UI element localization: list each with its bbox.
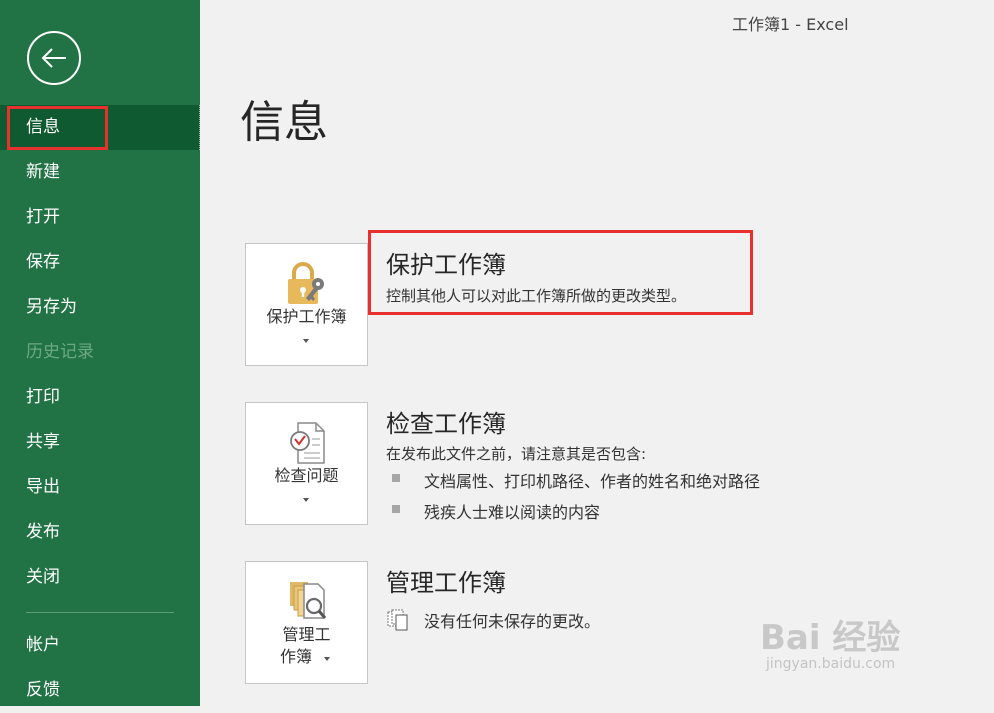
manage-workbook-title: 管理工作簿 <box>386 569 506 597</box>
manage-workbook-status: 没有任何未保存的更改。 <box>424 612 601 631</box>
tile-label: 检查问题 <box>274 466 339 485</box>
tile-label: 管理工 <box>282 625 331 644</box>
unsaved-documents-icon <box>386 608 410 636</box>
nav-item-print[interactable]: 打印 <box>0 375 200 420</box>
inspect-document-icon <box>246 419 367 469</box>
protect-workbook-button[interactable]: 保护工作簿 <box>245 243 368 366</box>
nav-item-export[interactable]: 导出 <box>0 465 200 510</box>
nav-item-publish[interactable]: 发布 <box>0 510 200 555</box>
nav-item-label: 关闭 <box>26 567 60 587</box>
inspect-workbook-title: 检查工作簿 <box>386 410 506 438</box>
nav-item-label: 打印 <box>26 387 60 407</box>
nav-item-close[interactable]: 关闭 <box>0 555 200 600</box>
protect-workbook-title: 保护工作簿 <box>386 251 506 279</box>
bullet-marker <box>392 505 400 513</box>
lock-key-icon <box>246 260 367 310</box>
manage-documents-icon <box>246 578 367 628</box>
nav-item-label: 保存 <box>26 252 60 272</box>
inspect-bullet-item: 残疾人士难以阅读的内容 <box>424 503 601 522</box>
sidebar-divider <box>26 612 174 613</box>
watermark-url: jingyan.baidu.com <box>766 656 896 672</box>
chevron-down-icon <box>303 339 309 343</box>
nav-item-label: 发布 <box>26 522 60 542</box>
tile-label: 作簿 <box>280 647 313 666</box>
chevron-down-icon <box>303 498 309 502</box>
nav-item-label: 导出 <box>26 477 60 497</box>
back-button[interactable] <box>27 31 81 85</box>
check-for-issues-button[interactable]: 检查问题 <box>245 402 368 525</box>
nav-item-label: 信息 <box>26 117 60 137</box>
nav-item-share[interactable]: 共享 <box>0 420 200 465</box>
nav-item-open[interactable]: 打开 <box>0 195 200 240</box>
nav-item-history: 历史记录 <box>0 330 200 375</box>
nav-item-label: 帐户 <box>26 635 60 655</box>
nav-item-label: 历史记录 <box>26 342 94 362</box>
nav-item-feedback[interactable]: 反馈 <box>0 668 200 713</box>
baidu-watermark: Bai 经验 jingyan.baidu.com <box>760 600 960 690</box>
baidu-logo: Bai 经验 <box>760 618 901 658</box>
nav-item-account[interactable]: 帐户 <box>0 623 200 668</box>
nav-item-label: 另存为 <box>26 297 77 317</box>
nav-item-save-as[interactable]: 另存为 <box>0 285 200 330</box>
backstage-sidebar: 信息 新建 打开 保存 另存为 历史记录 打印 共享 导出 发布 关闭 帐户 反… <box>0 0 200 706</box>
nav-item-new[interactable]: 新建 <box>0 150 200 195</box>
tile-label: 保护工作簿 <box>266 307 347 326</box>
inspect-workbook-description: 在发布此文件之前，请注意其是否包含: <box>386 445 647 463</box>
nav-item-label: 新建 <box>26 162 60 182</box>
nav-item-label: 打开 <box>26 207 60 227</box>
window-title: 工作簿1 - Excel <box>732 15 849 34</box>
nav-item-label: 反馈 <box>26 680 60 700</box>
manage-workbook-button[interactable]: 管理工 作簿 <box>245 561 368 684</box>
arrow-left-icon <box>41 48 66 68</box>
nav-item-label: 共享 <box>26 432 60 452</box>
inspect-bullet-item: 文档属性、打印机路径、作者的姓名和绝对路径 <box>424 472 761 491</box>
bullet-marker <box>392 474 400 482</box>
nav-item-save[interactable]: 保存 <box>0 240 200 285</box>
chevron-down-icon <box>324 657 330 661</box>
protect-workbook-description: 控制其他人可以对此工作簿所做的更改类型。 <box>386 287 687 305</box>
nav-item-info[interactable]: 信息 <box>0 105 200 150</box>
page-title: 信息 <box>240 97 328 148</box>
